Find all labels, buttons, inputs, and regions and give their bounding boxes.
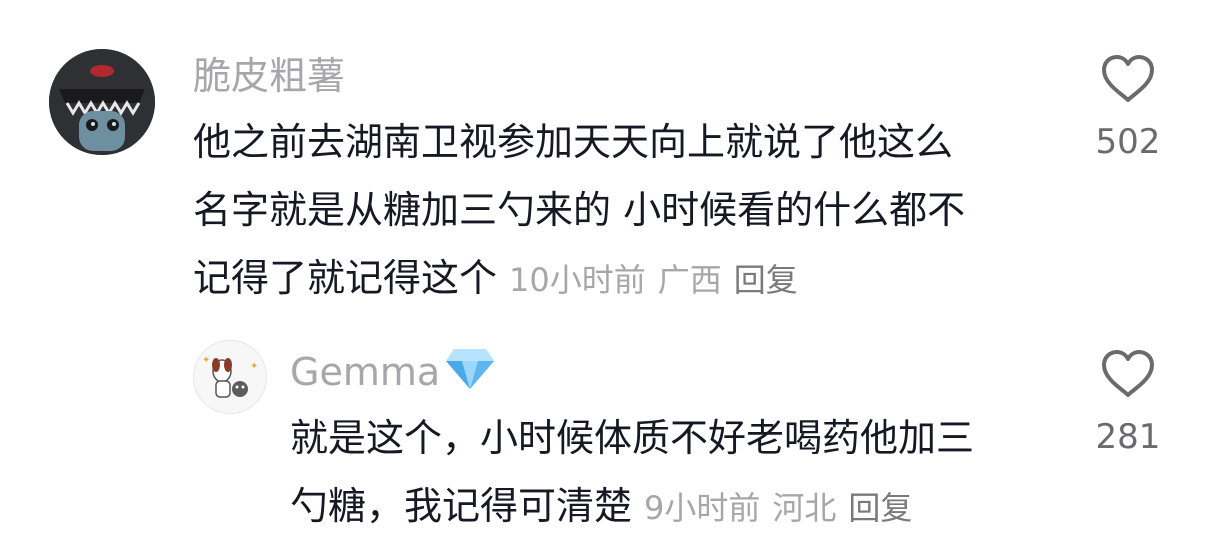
comment-text-line: 名字就是从糖加三勺来的 小时候看的什么都不 — [193, 188, 966, 232]
reply-button[interactable]: 回复 — [734, 261, 798, 299]
comment-text-line: 记得了就记得这个 10小时前 广西 回复 — [193, 244, 1073, 314]
comment-location: 广西 — [657, 261, 722, 299]
reply-text-line: 就是这个，小时候体质不好老喝药他加三 — [290, 416, 975, 460]
comment-meta: 10小时前 广西 回复 — [509, 261, 810, 299]
reply-time: 9小时前 — [644, 489, 761, 527]
comment-text-line-content: 记得了就记得这个 — [193, 256, 498, 300]
like-count: 502 — [1095, 122, 1161, 162]
avatar[interactable] — [49, 49, 155, 155]
svg-text:✦: ✦ — [250, 361, 258, 372]
like-count: 281 — [1095, 417, 1161, 457]
reply-meta: 9小时前 河北 回复 — [644, 489, 924, 527]
comment-list: 脆皮粗薯 他之前去湖南卫视参加天天向上就说了他这么 名字就是从糖加三勺来的 小时… — [0, 0, 1206, 537]
heart-icon[interactable] — [1100, 349, 1156, 399]
reply-text: 就是这个，小时候体质不好老喝药他加三 勺糖，我记得可清楚 9小时前 河北 回复 — [290, 404, 1070, 537]
reply-username-text: Gemma — [290, 350, 441, 394]
avatar-image: ✦ ✦ — [194, 341, 266, 413]
reply-location: 河北 — [772, 489, 837, 527]
comment-username[interactable]: 脆皮粗薯 — [193, 52, 345, 100]
comment-text: 他之前去湖南卫视参加天天向上就说了他这么 名字就是从糖加三勺来的 小时候看的什么… — [193, 108, 1073, 314]
svg-text:✦: ✦ — [202, 355, 210, 366]
reply-button[interactable]: 回复 — [848, 489, 912, 527]
reply-text-line-content: 勺糖，我记得可清楚 — [290, 484, 633, 528]
diamond-icon — [444, 347, 496, 402]
like-control[interactable]: 502 — [1073, 54, 1183, 162]
reply-username[interactable]: Gemma — [290, 347, 496, 402]
like-control[interactable]: 281 — [1073, 349, 1183, 457]
reply-text-line: 勺糖，我记得可清楚 9小时前 河北 回复 — [290, 472, 1070, 537]
avatar[interactable]: ✦ ✦ — [193, 340, 267, 414]
avatar-image — [49, 49, 155, 155]
comment-text-line: 他之前去湖南卫视参加天天向上就说了他这么 — [193, 120, 954, 164]
comment-time: 10小时前 — [509, 261, 646, 299]
heart-icon[interactable] — [1100, 54, 1156, 104]
